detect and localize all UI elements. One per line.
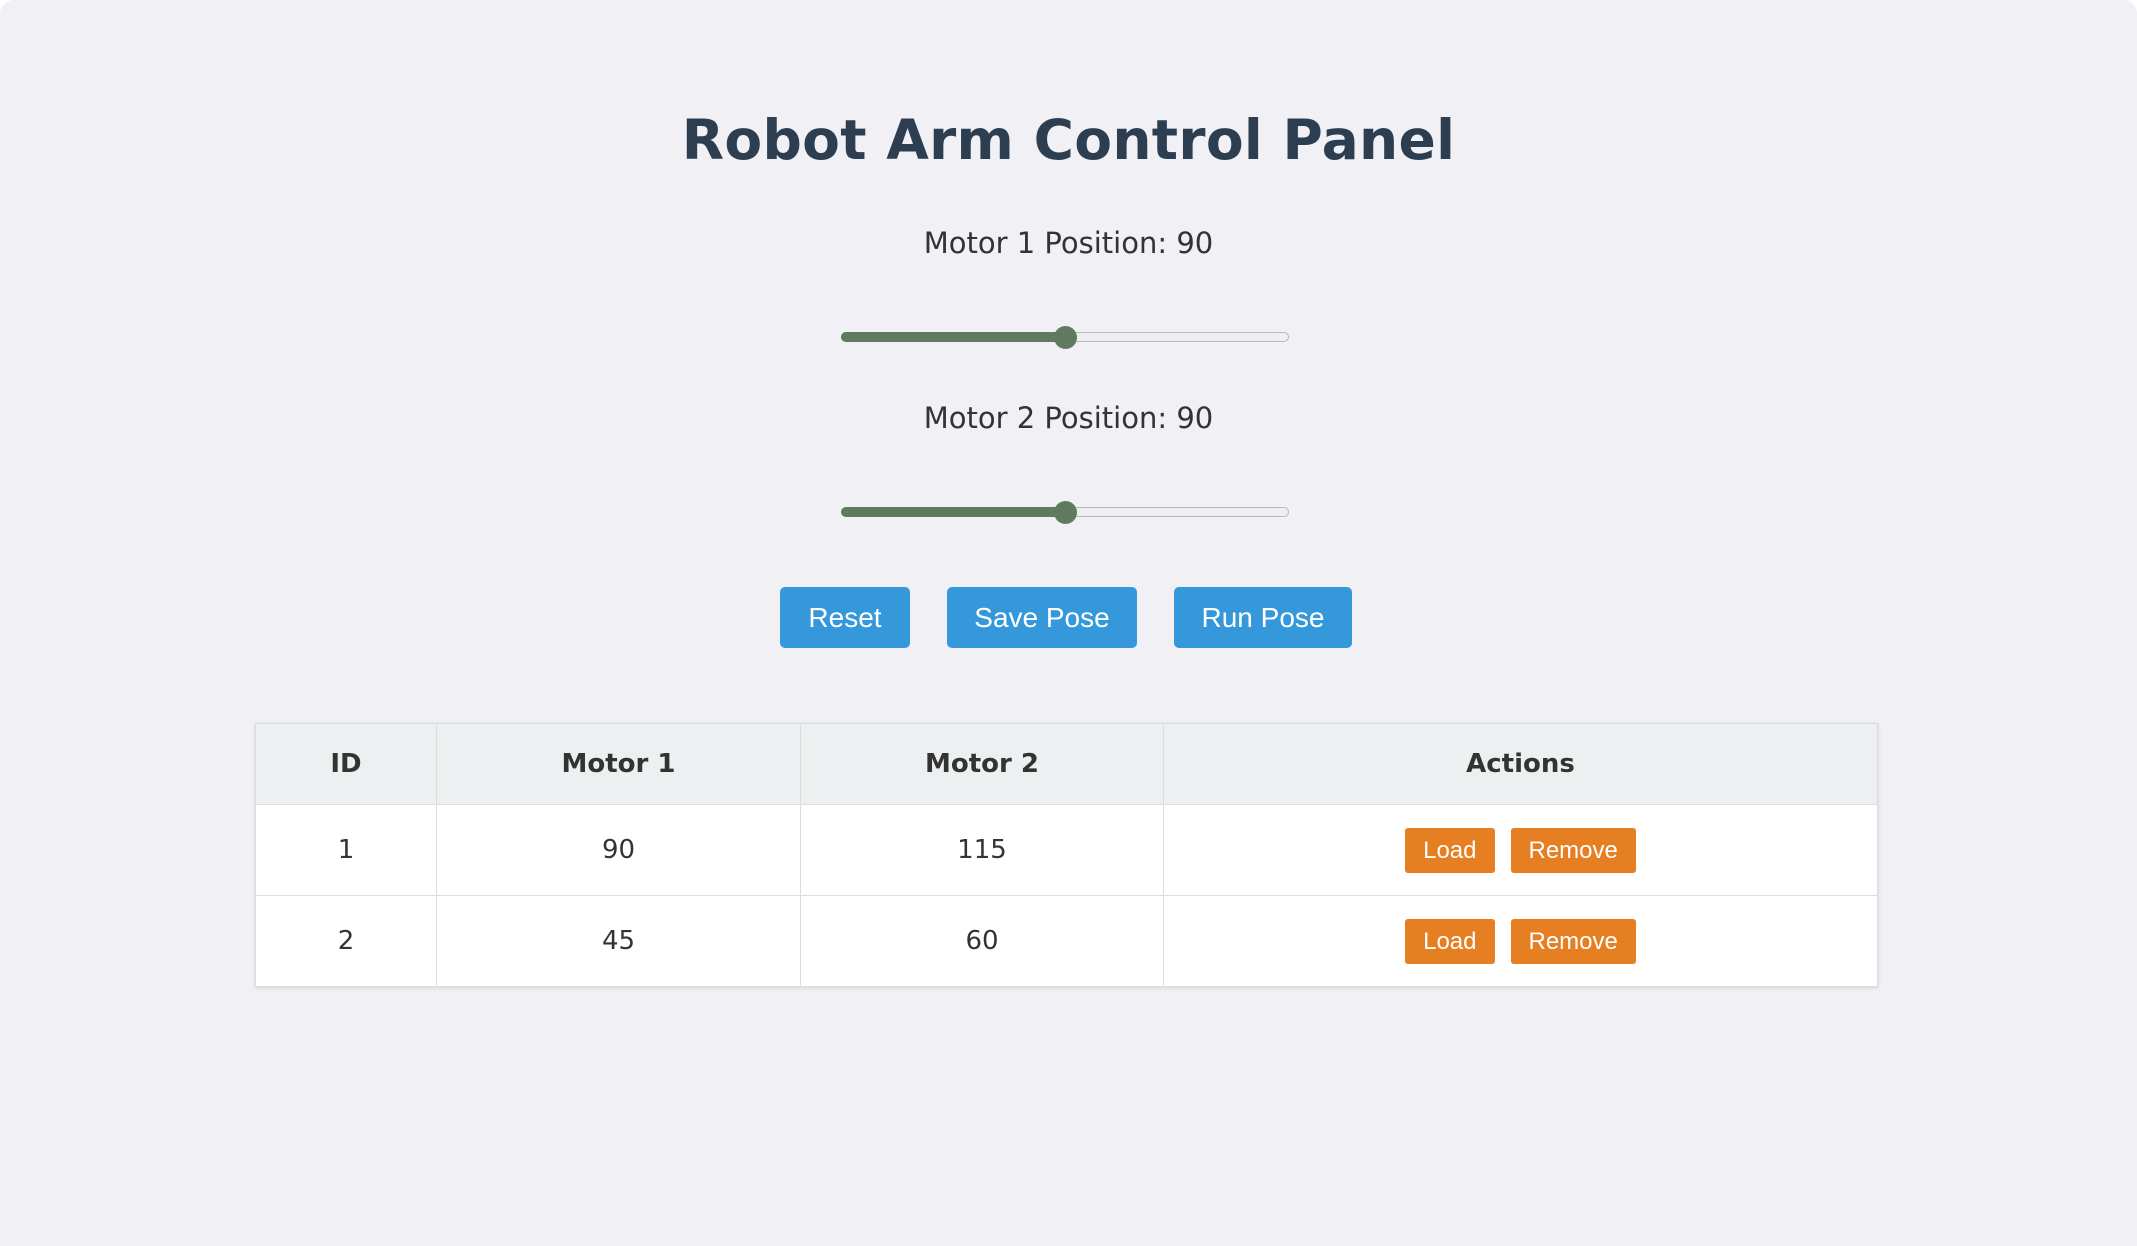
remove-pose-button[interactable]: Remove xyxy=(1510,827,1636,873)
motor-2-slider[interactable] xyxy=(840,500,1289,524)
app-window: Robot Arm Control Panel Motor 1 Position… xyxy=(0,0,2137,1246)
load-pose-button[interactable]: Load xyxy=(1405,827,1495,873)
column-header-actions: Actions xyxy=(1163,723,1878,805)
motor-2-slider-thumb[interactable] xyxy=(1053,500,1077,524)
motor-1-cell: 90 xyxy=(436,804,801,896)
table-row: 2 45 60 Load Remove xyxy=(255,895,1878,987)
motor-1-slider-fill xyxy=(840,331,1064,342)
remove-pose-button[interactable]: Remove xyxy=(1510,918,1636,964)
motor-1-cell: 45 xyxy=(436,895,801,987)
table-row: 1 90 115 Load Remove xyxy=(255,804,1878,896)
save-pose-button[interactable]: Save Pose xyxy=(947,587,1137,648)
pose-id-cell: 1 xyxy=(255,804,437,896)
load-pose-button[interactable]: Load xyxy=(1405,918,1495,964)
motor-1-slider-thumb[interactable] xyxy=(1053,325,1077,349)
table-header-row: ID Motor 1 Motor 2 Actions xyxy=(255,723,1878,805)
page-title: Robot Arm Control Panel xyxy=(681,108,1456,172)
motor-2-cell: 115 xyxy=(800,804,1164,896)
motor-2-position-label: Motor 2 Position: 90 xyxy=(923,401,1214,435)
reset-button[interactable]: Reset xyxy=(780,587,910,648)
motor-1-slider[interactable] xyxy=(840,325,1289,349)
run-pose-button[interactable]: Run Pose xyxy=(1174,587,1352,648)
motor-2-slider-fill xyxy=(840,506,1064,517)
actions-cell: Load Remove xyxy=(1163,895,1878,987)
actions-cell: Load Remove xyxy=(1163,804,1878,896)
motor-1-position-label: Motor 1 Position: 90 xyxy=(923,226,1214,260)
column-header-motor-1: Motor 1 xyxy=(436,723,801,805)
saved-poses-table: ID Motor 1 Motor 2 Actions 1 90 115 Load… xyxy=(255,723,1878,987)
motor-2-cell: 60 xyxy=(800,895,1164,987)
column-header-motor-2: Motor 2 xyxy=(800,723,1164,805)
pose-id-cell: 2 xyxy=(255,895,437,987)
column-header-id: ID xyxy=(255,723,437,805)
